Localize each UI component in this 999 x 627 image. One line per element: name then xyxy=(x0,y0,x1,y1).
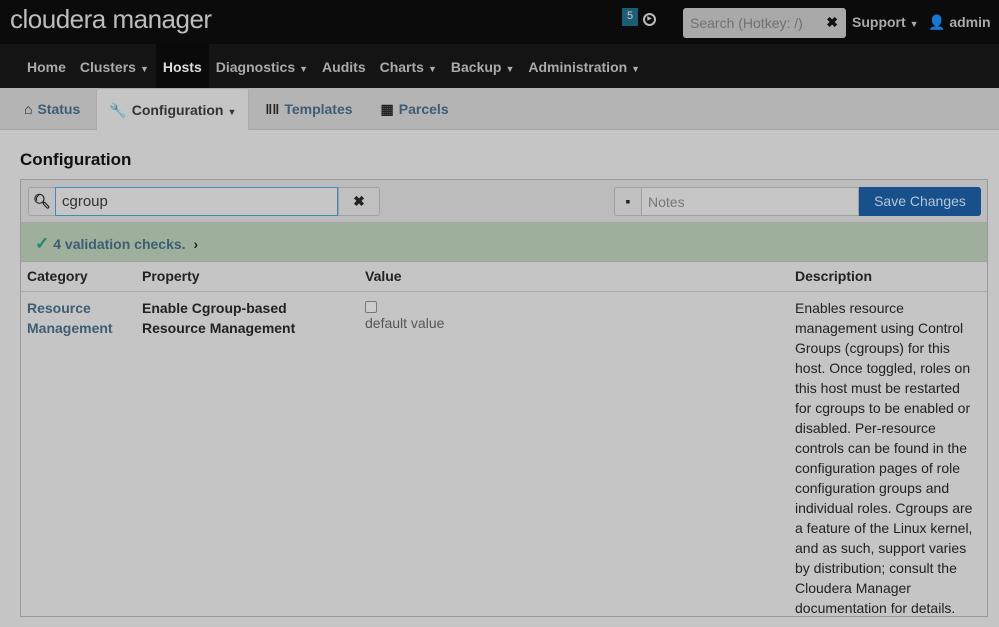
nav-label: Administration xyxy=(528,59,628,75)
user-label: admin xyxy=(949,14,991,30)
chevron-right-icon: › xyxy=(193,236,199,252)
col-value: Value xyxy=(359,262,789,292)
check-icon: ✓ xyxy=(35,234,50,253)
validation-text: 4 validation checks. xyxy=(53,236,186,252)
tab-configuration[interactable]: 🔧 Configuration ▼ xyxy=(96,88,250,130)
col-category: Category xyxy=(21,262,136,292)
caret-down-icon: ▼ xyxy=(631,64,641,74)
category-link[interactable]: Resource Management xyxy=(21,291,136,624)
support-label: Support xyxy=(852,14,906,30)
user-menu[interactable]: 👤 admin xyxy=(928,14,991,31)
config-toolbar: 🔍︎ cgroup ✖ ▪ Notes Save Changes xyxy=(21,180,987,223)
nav-home[interactable]: Home xyxy=(20,44,73,88)
tab-label: Status xyxy=(37,101,81,117)
tab-bar: ⌂ Status 🔧 Configuration ▼ ‖‖ Templates ▦ Par… xyxy=(0,88,999,130)
global-search-input[interactable]: Search (Hotkey: /) ✖ xyxy=(683,8,846,38)
nav-diagnostics[interactable]: Diagnostics ▼ xyxy=(209,44,315,88)
tab-templates[interactable]: ‖‖ Templates xyxy=(253,88,364,129)
nav-hosts[interactable]: Hosts xyxy=(155,44,209,88)
nav-backup[interactable]: Backup ▼ xyxy=(444,44,522,88)
barcode-icon: ‖‖ xyxy=(265,101,280,117)
user-icon: 👤 xyxy=(928,14,946,30)
caret-down-icon: ▼ xyxy=(299,64,309,74)
config-panel: 🔍︎ cgroup ✖ ▪ Notes Save Changes ✓ 4 vali… xyxy=(20,179,988,617)
notification-badge[interactable]: 5 xyxy=(622,8,638,26)
nav-label: Hosts xyxy=(162,59,202,75)
nav-clusters[interactable]: Clusters ▼ xyxy=(73,44,156,88)
col-description: Description xyxy=(789,262,987,292)
table-row: Resource Management Enable Cgroup-based … xyxy=(21,291,987,624)
property-name: Enable Cgroup-based Resource Management xyxy=(142,299,296,336)
default-value-label: default value xyxy=(365,314,445,331)
caret-down-icon: ▼ xyxy=(505,64,515,74)
nav-label: Audits xyxy=(322,59,366,75)
tab-parcels[interactable]: ▦ Parcels xyxy=(369,88,461,129)
nav-label: Clusters xyxy=(79,59,136,75)
caret-down-icon: ▼ xyxy=(227,107,237,117)
tab-label: Parcels xyxy=(398,101,449,117)
running-commands-icon[interactable]: ▶ xyxy=(643,13,656,26)
tab-label: Templates xyxy=(284,101,353,117)
tab-status[interactable]: ⌂ Status xyxy=(12,88,92,129)
logo[interactable]: cloudera manager xyxy=(10,4,212,35)
gift-icon: ▦ xyxy=(380,101,394,117)
value-checkbox[interactable] xyxy=(365,300,377,313)
nav-charts[interactable]: Charts ▼ xyxy=(373,44,444,88)
config-table: Category Property Value Description Reso… xyxy=(21,262,987,624)
nav-audits[interactable]: Audits xyxy=(315,44,373,88)
filter-input[interactable]: cgroup xyxy=(55,187,338,216)
page-title: Configuration xyxy=(20,150,132,169)
support-menu[interactable]: Support ▼ xyxy=(852,14,919,30)
nav-label: Backup xyxy=(450,59,502,75)
nav-label: Diagnostics xyxy=(215,59,296,75)
save-changes-button[interactable]: Save Changes xyxy=(859,187,981,216)
caret-down-icon: ▼ xyxy=(909,19,919,29)
col-property: Property xyxy=(136,262,359,292)
home-icon: ⌂ xyxy=(24,101,33,117)
comment-icon: ▪ xyxy=(614,187,642,216)
description: Enables resource management using Contro… xyxy=(795,299,973,616)
top-bar: cloudera manager 5 ▶ Search (Hotkey: /) ✖… xyxy=(0,0,999,44)
search-icon: 🔍︎ xyxy=(28,187,56,216)
nav-administration[interactable]: Administration ▼ xyxy=(521,44,647,88)
search-placeholder: Search (Hotkey: /) xyxy=(690,15,803,31)
nav-label: Charts xyxy=(379,59,424,75)
tab-label: Configuration xyxy=(131,102,224,118)
caret-down-icon: ▼ xyxy=(139,64,149,74)
notes-input[interactable]: Notes xyxy=(641,187,859,216)
nav-label: Home xyxy=(27,59,66,75)
main-nav: Home Clusters ▼ Hosts Diagnostics ▼ Audits… xyxy=(0,44,999,88)
wrench-icon: 🔧 xyxy=(109,102,127,118)
validation-bar[interactable]: ✓ 4 validation checks. › xyxy=(21,223,987,262)
caret-down-icon: ▼ xyxy=(427,64,437,74)
clear-search-icon[interactable]: ✖ xyxy=(826,14,838,31)
clear-filter-button[interactable]: ✖ xyxy=(338,187,380,216)
